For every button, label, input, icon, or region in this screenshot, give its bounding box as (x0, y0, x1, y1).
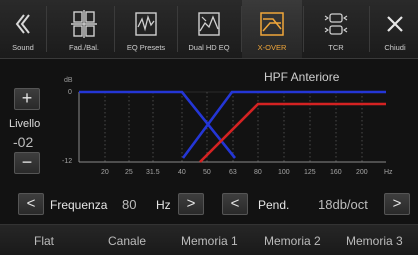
slope-value: 18db/oct (318, 197, 368, 212)
freq-prev-button[interactable]: < (18, 193, 44, 215)
x-tick-label: 63 (229, 169, 237, 176)
slope-prev-button[interactable]: < (222, 193, 248, 215)
x-unit-label: Hz (384, 169, 393, 176)
preset-memoria-3[interactable]: Memoria 3 (346, 234, 403, 248)
freq-value: 80 (122, 197, 137, 212)
filter-controls: < Frequenza 80 Hz > < Pend. 18db/oct > (0, 190, 418, 218)
x-tick-label: 25 (125, 169, 133, 176)
preset-memoria-2[interactable]: Memoria 2 (264, 234, 321, 248)
freq-label: Frequenza (50, 198, 108, 212)
x-tick-label: 31.5 (146, 169, 160, 176)
x-tick-label: 100 (278, 169, 290, 176)
x-tick-label: 80 (254, 169, 262, 176)
chevron-left-icon: < (230, 195, 240, 212)
x-tick-label: 40 (178, 169, 186, 176)
lpf-curve-blue (79, 90, 237, 159)
slope-next-button[interactable]: > (384, 193, 410, 215)
x-tick-label: 50 (203, 169, 211, 176)
chevron-right-icon: > (186, 195, 196, 212)
x-tick-label: 20 (101, 169, 109, 176)
chevron-right-icon: > (392, 195, 402, 212)
preset-flat[interactable]: Flat (34, 234, 54, 248)
y-label-top: 0 (68, 89, 72, 96)
freq-next-button[interactable]: > (178, 193, 204, 215)
preset-canale[interactable]: Canale (108, 234, 146, 248)
freq-unit: Hz (156, 198, 171, 212)
y-label-bottom: -12 (62, 158, 72, 165)
x-tick-label: 125 (304, 169, 316, 176)
slope-label: Pend. (258, 198, 290, 212)
preset-bar: Flat Canale Memoria 1 Memoria 2 Memoria … (0, 224, 418, 255)
hpf-curve-red (199, 102, 386, 163)
chevron-left-icon: < (26, 195, 36, 212)
preset-memoria-1[interactable]: Memoria 1 (181, 234, 238, 248)
x-tick-label: 160 (330, 169, 342, 176)
x-tick-label: 200 (356, 169, 368, 176)
